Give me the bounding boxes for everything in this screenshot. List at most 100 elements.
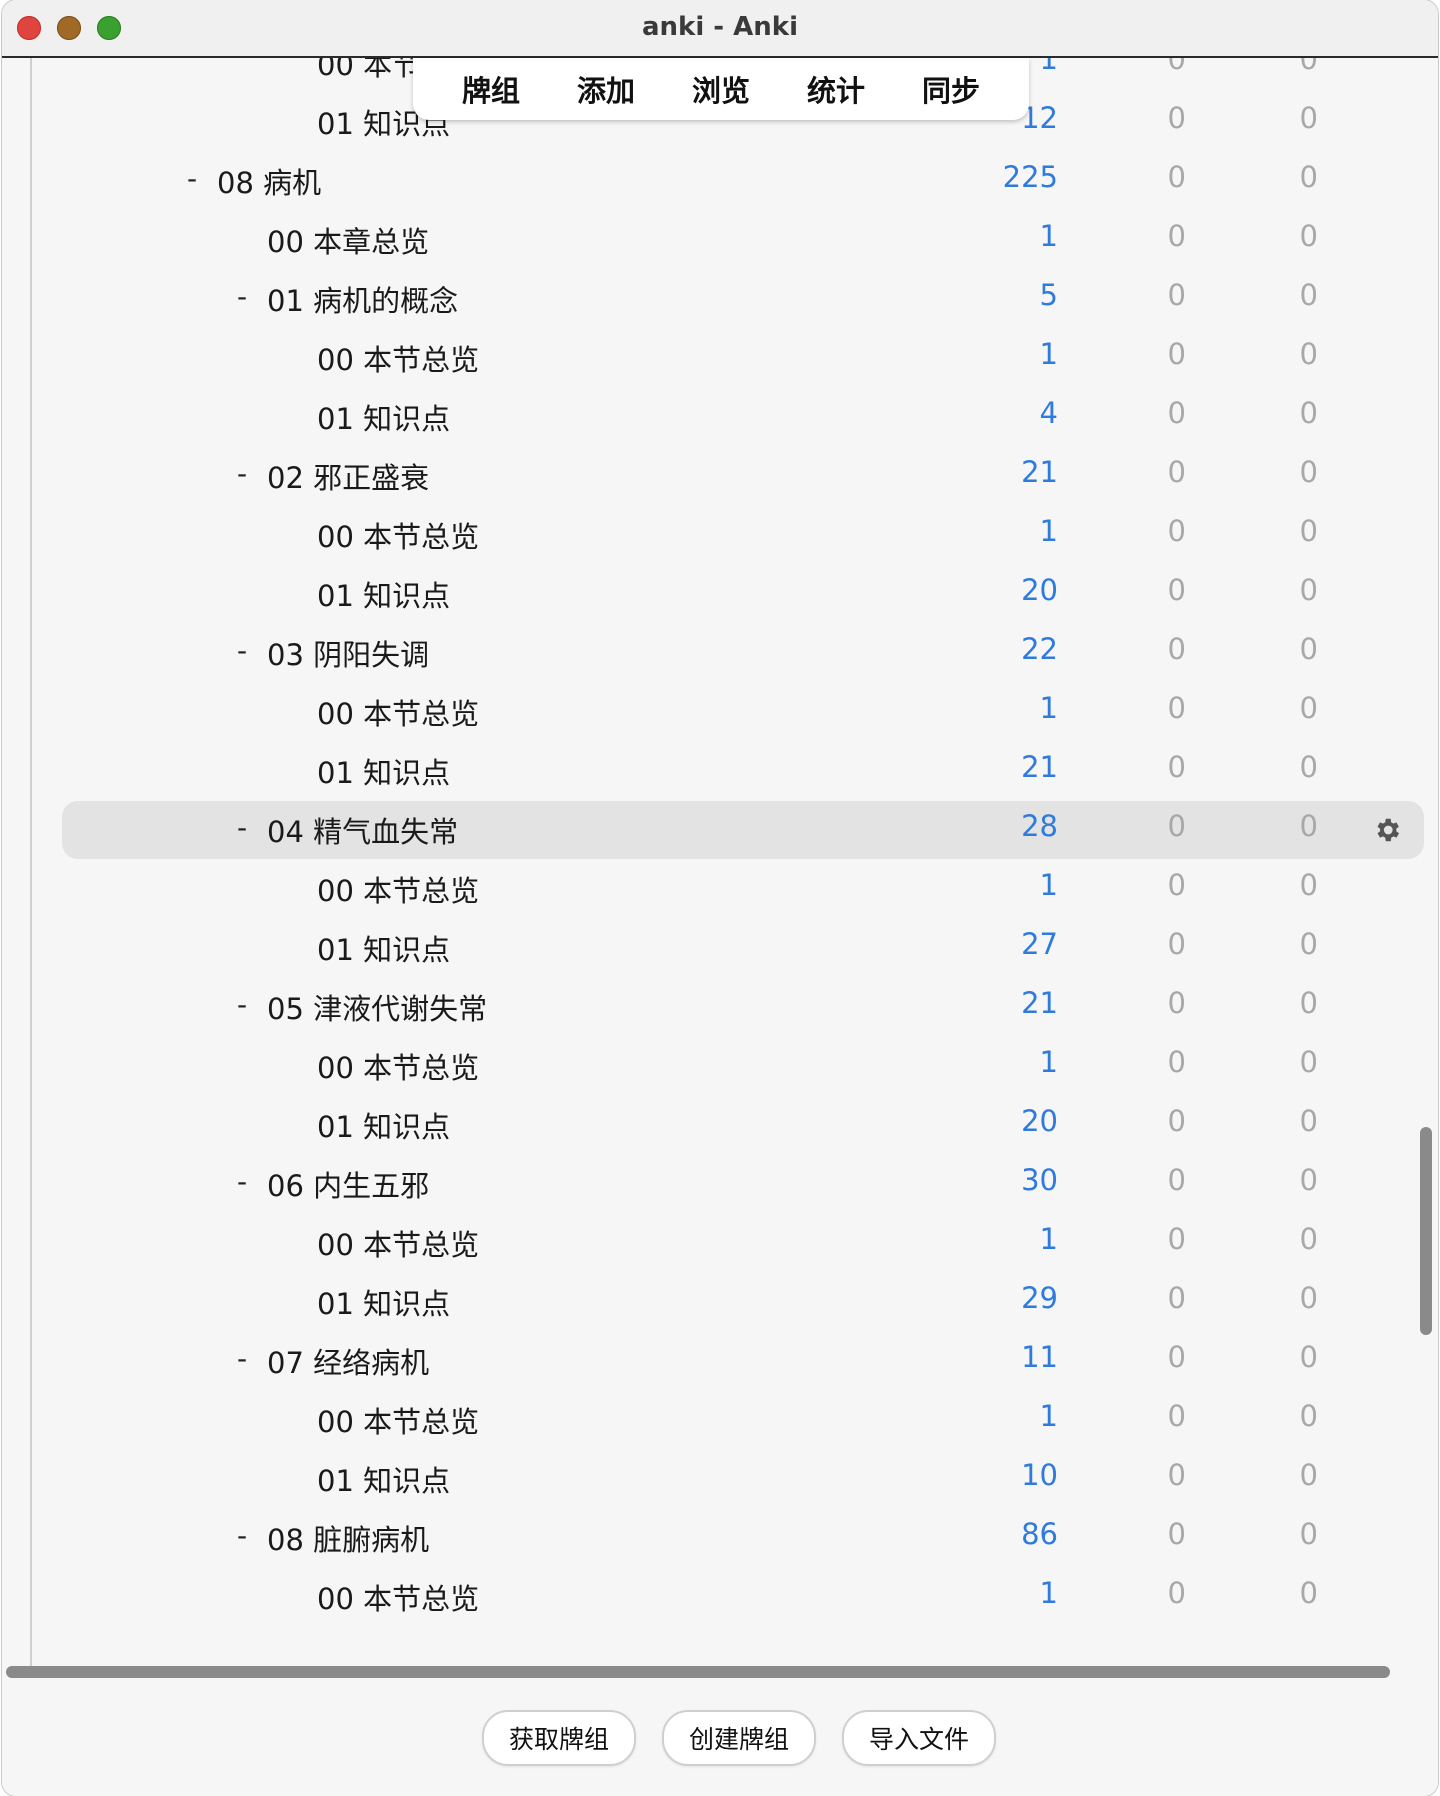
deck-count-col3: 0 [1299,58,1318,76]
bottom-bar: 获取牌组 创建牌组 导入文件 [2,1680,1438,1796]
deck-row[interactable]: 01 知识点 27 0 0 [2,919,1438,977]
deck-count-col2: 0 [1167,1340,1186,1374]
deck-row[interactable]: 00 本节总览 1 0 0 [2,1214,1438,1272]
deck-row[interactable]: -01 病机的概念 5 0 0 [2,270,1438,328]
deck-row[interactable]: 00 本节总览 1 0 0 [2,683,1438,741]
horizontal-scrollbar[interactable] [6,1666,1390,1678]
collapse-toggle[interactable]: - [237,280,247,313]
deck-name[interactable]: 00 本章总览 [267,219,429,261]
deck-due-count: 1 [1039,691,1058,725]
deck-name[interactable]: 03 阴阳失调 [267,632,429,674]
deck-row[interactable]: -08 病机 225 0 0 [2,152,1438,210]
deck-name[interactable]: 01 知识点 [317,396,450,438]
deck-count-col3: 0 [1299,691,1318,725]
create-deck-button[interactable]: 创建牌组 [662,1710,816,1766]
import-file-button[interactable]: 导入文件 [842,1710,996,1766]
collapse-toggle[interactable]: - [237,457,247,490]
deck-count-col3: 0 [1299,278,1318,312]
collapse-toggle[interactable]: - [237,811,247,844]
deck-count-col2: 0 [1167,691,1186,725]
deck-name[interactable]: 01 知识点 [317,750,450,792]
deck-due-count: 1 [1039,868,1058,902]
deck-count-col2: 0 [1167,1517,1186,1551]
deck-name[interactable]: 05 津液代谢失常 [267,986,487,1028]
collapse-toggle[interactable]: - [237,634,247,667]
deck-name[interactable]: 08 病机 [217,160,321,202]
deck-count-col2: 0 [1167,1045,1186,1079]
deck-name[interactable]: 01 知识点 [317,1458,450,1500]
collapse-toggle[interactable]: - [187,162,197,195]
deck-row[interactable]: 00 本节总览 1 0 0 [2,329,1438,387]
toolbar-add-button[interactable]: 添加 [569,68,643,110]
deck-count-col3: 0 [1299,1281,1318,1315]
deck-due-count: 28 [1021,809,1058,843]
deck-row[interactable]: -05 津液代谢失常 21 0 0 [2,978,1438,1036]
deck-name[interactable]: 01 知识点 [317,927,450,969]
deck-row[interactable]: -07 经络病机 11 0 0 [2,1332,1438,1390]
deck-name[interactable]: 00 本节总览 [317,868,479,910]
deck-row[interactable]: 01 知识点 4 0 0 [2,388,1438,446]
deck-due-count: 1 [1039,1045,1058,1079]
deck-row[interactable]: 01 知识点 10 0 0 [2,1450,1438,1508]
deck-count-col3: 0 [1299,514,1318,548]
deck-count-col2: 0 [1167,337,1186,371]
toolbar-sync-button[interactable]: 同步 [914,68,988,110]
deck-browser: 00 本节总览 1 0 0 01 知识点 12 0 0-08 病机 225 0 0 00 本章总览 1 0… [2,58,1438,1678]
deck-name[interactable]: 04 精气血失常 [267,809,458,851]
deck-row[interactable]: 01 知识点 21 0 0 [2,742,1438,800]
deck-row[interactable]: 00 本节总览 1 0 0 [2,1568,1438,1626]
deck-name[interactable]: 06 内生五邪 [267,1163,429,1205]
deck-name[interactable]: 00 本节总览 [317,691,479,733]
gear-icon[interactable] [1372,815,1402,845]
deck-due-count: 11 [1021,1340,1058,1374]
deck-row[interactable]: -08 脏腑病机 86 0 0 [2,1509,1438,1567]
deck-row[interactable]: 01 知识点 20 0 0 [2,565,1438,623]
collapse-toggle[interactable]: - [237,1165,247,1198]
deck-count-col3: 0 [1299,1104,1318,1138]
get-shared-decks-button[interactable]: 获取牌组 [482,1710,636,1766]
deck-row[interactable]: -02 邪正盛衰 21 0 0 [2,447,1438,505]
vertical-scrollbar[interactable] [1420,1127,1432,1335]
deck-name[interactable]: 00 本节总览 [317,1399,479,1441]
toolbar-stats-button[interactable]: 统计 [799,68,873,110]
deck-row[interactable]: 01 知识点 29 0 0 [2,1273,1438,1331]
deck-count-col3: 0 [1299,1045,1318,1079]
deck-name[interactable]: 01 知识点 [317,1281,450,1323]
deck-name[interactable]: 00 本节总览 [317,337,479,379]
deck-name[interactable]: 00 本节总览 [317,1576,479,1618]
toolbar-decks-button[interactable]: 牌组 [454,68,528,110]
deck-count-col3: 0 [1299,337,1318,371]
deck-row[interactable]: 00 本章总览 1 0 0 [2,211,1438,269]
deck-row[interactable]: -03 阴阳失调 22 0 0 [2,624,1438,682]
deck-name[interactable]: 00 本节总览 [317,514,479,556]
deck-count-col2: 0 [1167,1458,1186,1492]
deck-due-count: 1 [1039,514,1058,548]
collapse-toggle[interactable]: - [237,988,247,1021]
deck-name[interactable]: 00 本节总览 [317,1222,479,1264]
deck-name[interactable]: 08 脏腑病机 [267,1517,429,1559]
deck-name[interactable]: 02 邪正盛衰 [267,455,429,497]
toolbar-browse-button[interactable]: 浏览 [684,68,758,110]
deck-row[interactable]: -04 精气血失常 28 0 0 [2,801,1438,859]
deck-name[interactable]: 07 经络病机 [267,1340,429,1382]
deck-name[interactable]: 01 病机的概念 [267,278,458,320]
deck-name[interactable]: 01 知识点 [317,573,450,615]
deck-row[interactable]: 00 本节总览 1 0 0 [2,860,1438,918]
collapse-toggle[interactable]: - [237,1342,247,1375]
collapse-toggle[interactable]: - [237,1519,247,1552]
deck-name[interactable]: 00 本节总览 [317,1045,479,1087]
deck-count-col3: 0 [1299,1340,1318,1374]
deck-row[interactable]: 00 本节总览 1 0 0 [2,1391,1438,1449]
deck-row[interactable]: 00 本节总览 1 0 0 [2,1037,1438,1095]
deck-due-count: 29 [1021,1281,1058,1315]
deck-count-col3: 0 [1299,573,1318,607]
deck-row[interactable]: -06 内生五邪 30 0 0 [2,1155,1438,1213]
deck-due-count: 21 [1021,750,1058,784]
deck-name[interactable]: 01 知识点 [317,1104,450,1146]
deck-row[interactable]: 00 本节总览 1 0 0 [2,506,1438,564]
deck-row[interactable]: 01 知识点 20 0 0 [2,1096,1438,1154]
deck-count-col2: 0 [1167,1281,1186,1315]
deck-due-count: 22 [1021,632,1058,666]
top-toolbar: 牌组 添加 浏览 统计 同步 [413,58,1029,120]
deck-count-col2: 0 [1167,632,1186,666]
